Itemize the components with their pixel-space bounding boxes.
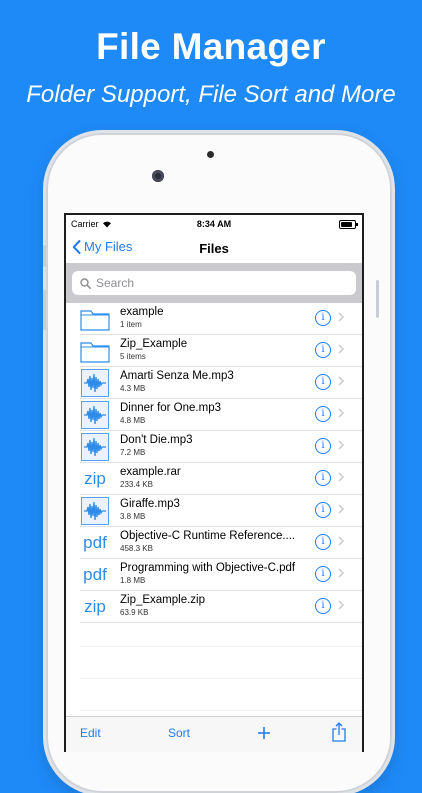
chevron-right-icon — [338, 600, 344, 610]
file-detail: 5 items — [120, 352, 146, 361]
zip-file-icon: zip — [80, 465, 110, 492]
file-list: example 1 item i Zip_Example 5 items i A… — [66, 303, 362, 623]
file-name: Zip_Example.zip — [120, 594, 206, 606]
volume-button — [43, 290, 46, 330]
bottom-toolbar: Edit Sort — [66, 716, 362, 752]
chevron-right-icon — [338, 472, 344, 482]
camera-icon — [152, 170, 164, 182]
file-name: Objective-C Runtime Reference.... — [120, 530, 296, 542]
app-screen: Carrier 8:34 AM My Files Files Search ex… — [64, 213, 364, 752]
info-icon[interactable]: i — [315, 598, 331, 614]
file-detail: 4.3 MB — [120, 384, 146, 393]
audio-file-icon — [80, 496, 110, 525]
empty-list-area — [80, 615, 362, 711]
list-item[interactable]: Don't Die.mp3 7.2 MB i — [80, 431, 362, 463]
file-detail: 233.4 KB — [120, 480, 153, 489]
chevron-right-icon — [338, 440, 344, 450]
share-icon[interactable] — [332, 722, 346, 742]
info-icon[interactable]: i — [315, 566, 331, 582]
file-extension: pdf — [83, 564, 107, 584]
chevron-right-icon — [338, 344, 344, 354]
search-bar: Search — [66, 263, 362, 303]
info-icon[interactable]: i — [315, 470, 331, 486]
file-detail: 7.2 MB — [120, 448, 146, 457]
file-extension: zip — [84, 468, 106, 488]
audio-file-icon — [80, 432, 110, 461]
chevron-right-icon — [338, 408, 344, 418]
chevron-right-icon — [338, 312, 344, 322]
info-icon[interactable]: i — [315, 502, 331, 518]
info-icon[interactable]: i — [315, 310, 331, 326]
chevron-right-icon — [338, 376, 344, 386]
search-icon — [80, 277, 91, 289]
page-title: Files — [199, 241, 229, 256]
file-extension: pdf — [83, 532, 107, 552]
chevron-right-icon — [338, 536, 344, 546]
nav-bar: My Files Files — [66, 233, 362, 263]
file-name: example — [120, 306, 164, 318]
edit-button[interactable]: Edit — [80, 726, 101, 740]
search-placeholder: Search — [96, 276, 135, 290]
file-name: Zip_Example — [120, 338, 188, 350]
pdf-file-icon: pdf — [80, 561, 110, 588]
file-detail: 1.8 MB — [120, 576, 146, 585]
info-icon[interactable]: i — [315, 534, 331, 550]
audio-file-icon — [80, 400, 110, 429]
file-name: Amarti Senza Me.mp3 — [120, 370, 234, 382]
info-icon[interactable]: i — [315, 438, 331, 454]
folder-icon — [80, 305, 110, 332]
speaker-icon — [207, 151, 214, 158]
list-item[interactable]: example 1 item i — [80, 303, 362, 335]
chevron-right-icon — [338, 504, 344, 514]
status-time: 8:34 AM — [196, 219, 232, 229]
folder-icon — [80, 337, 110, 364]
list-item[interactable]: zip example.rar 233.4 KB i — [80, 463, 362, 495]
file-detail: 1 item — [120, 320, 142, 329]
promo-subtitle: Folder Support, File Sort and More — [26, 81, 396, 108]
file-extension: zip — [84, 596, 106, 616]
info-icon[interactable]: i — [315, 406, 331, 422]
file-detail: 458.3 KB — [120, 544, 153, 553]
power-button — [376, 280, 379, 318]
info-icon[interactable]: i — [315, 374, 331, 390]
promo-title: File Manager — [96, 26, 326, 67]
status-bar: Carrier 8:34 AM — [66, 215, 362, 233]
file-name: example.rar — [120, 466, 181, 478]
list-item[interactable]: Giraffe.mp3 3.8 MB i — [80, 495, 362, 527]
chevron-right-icon — [338, 568, 344, 578]
pdf-file-icon: pdf — [80, 529, 110, 556]
info-icon[interactable]: i — [315, 342, 331, 358]
file-name: Don't Die.mp3 — [120, 434, 193, 446]
file-name: Giraffe.mp3 — [120, 498, 180, 510]
list-item[interactable]: Zip_Example 5 items i — [80, 335, 362, 367]
list-item[interactable]: Dinner for One.mp3 4.8 MB i — [80, 399, 362, 431]
plus-icon[interactable] — [257, 726, 271, 740]
search-input[interactable]: Search — [72, 271, 356, 295]
file-name: Programming with Objective-C.pdf — [120, 562, 296, 574]
file-name: Dinner for One.mp3 — [120, 402, 221, 414]
file-detail: 4.8 MB — [120, 416, 146, 425]
list-item[interactable]: Amarti Senza Me.mp3 4.3 MB i — [80, 367, 362, 399]
battery-icon — [339, 220, 358, 229]
list-item[interactable]: pdf Programming with Objective-C.pdf 1.8… — [80, 559, 362, 591]
audio-file-icon — [80, 368, 110, 397]
volume-button — [43, 245, 46, 267]
file-detail: 3.8 MB — [120, 512, 146, 521]
list-item[interactable]: pdf Objective-C Runtime Reference.... 45… — [80, 527, 362, 559]
sort-button[interactable]: Sort — [168, 726, 190, 740]
